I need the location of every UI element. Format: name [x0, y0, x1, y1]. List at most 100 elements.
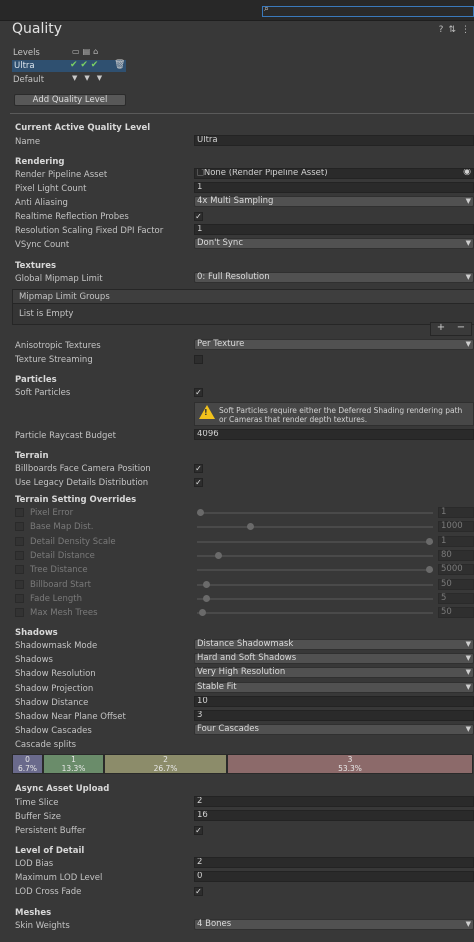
- chevron-down-icon: ▼: [465, 340, 471, 348]
- anisotropic-value: Per Texture: [197, 339, 245, 349]
- lod-cross-fade-checkbox[interactable]: ✓: [194, 887, 203, 896]
- cascade-segment[interactable]: 0 6.7%: [12, 754, 43, 774]
- anti-aliasing-dropdown[interactable]: 4x Multi Sampling ▼: [194, 196, 474, 207]
- override-slider-thumb[interactable]: [199, 609, 206, 616]
- pixel-light-count-field[interactable]: 1: [194, 182, 474, 193]
- override-value-field[interactable]: 1000: [438, 521, 474, 532]
- near-plane-offset-field[interactable]: 3: [194, 710, 474, 721]
- override-checkbox[interactable]: [15, 537, 24, 546]
- legacy-details-checkbox[interactable]: ✓: [194, 478, 203, 487]
- add-quality-level-button[interactable]: Add Quality Level: [14, 94, 126, 106]
- override-value-field[interactable]: 5000: [438, 564, 474, 575]
- override-value-field[interactable]: 50: [438, 579, 474, 590]
- billboards-label: Billboards Face Camera Position: [15, 464, 151, 474]
- render-pipeline-field[interactable]: 🗋None (Render Pipeline Asset) ◉: [194, 168, 474, 179]
- cascade-segment[interactable]: 3 53.3%: [227, 754, 473, 774]
- persistent-buffer-checkbox[interactable]: ✓: [194, 826, 203, 835]
- more-menu-icon[interactable]: ⋮: [461, 25, 470, 35]
- override-slider-thumb[interactable]: [247, 523, 254, 530]
- override-checkbox[interactable]: [15, 594, 24, 603]
- mipmap-limit-groups-list: Mipmap Limit Groups List is Empty: [12, 289, 474, 325]
- buffer-size-field[interactable]: 16: [194, 810, 474, 821]
- chevron-down-icon: ▼: [465, 654, 471, 662]
- override-checkbox[interactable]: [15, 551, 24, 560]
- max-lod-field[interactable]: 0: [194, 871, 474, 882]
- realtime-reflection-checkbox[interactable]: ✓: [194, 212, 203, 221]
- file-icon: 🗋: [197, 168, 204, 178]
- override-slider-track[interactable]: [197, 569, 433, 571]
- raycast-budget-field[interactable]: 4096: [194, 429, 474, 440]
- chevron-down-icon: ▼: [465, 683, 471, 691]
- override-slider-track[interactable]: [197, 526, 433, 528]
- override-slider-track[interactable]: [197, 512, 433, 514]
- override-slider-track[interactable]: [197, 612, 433, 614]
- shadowmask-dropdown[interactable]: Distance Shadowmask ▼: [194, 639, 474, 650]
- shadow-resolution-dropdown[interactable]: Very High Resolution ▼: [194, 667, 474, 678]
- object-picker-icon[interactable]: ◉: [463, 169, 471, 177]
- remove-item-button[interactable]: −: [457, 323, 465, 335]
- skin-weights-dropdown[interactable]: 4 Bones ▼: [194, 919, 474, 930]
- override-checkbox[interactable]: [15, 508, 24, 517]
- name-field[interactable]: Ultra: [194, 135, 474, 146]
- section-shadows: Shadows: [15, 628, 58, 638]
- chevron-down-icon: ▼: [465, 239, 471, 247]
- trash-icon[interactable]: 🗑: [114, 60, 125, 70]
- override-value-field[interactable]: 80: [438, 550, 474, 561]
- shadows-value: Hard and Soft Shadows: [197, 653, 297, 663]
- panel-title: Quality: [12, 21, 63, 37]
- override-slider-track[interactable]: [197, 584, 433, 586]
- override-slider-thumb[interactable]: [203, 595, 210, 602]
- override-slider-thumb[interactable]: [197, 509, 204, 516]
- persistent-buffer-label: Persistent Buffer: [15, 826, 86, 836]
- cascade-segment[interactable]: 2 26.7%: [104, 754, 227, 774]
- override-slider-track[interactable]: [197, 598, 433, 600]
- dpi-factor-field[interactable]: 1: [194, 224, 474, 235]
- shadowmask-label: Shadowmask Mode: [15, 641, 98, 651]
- chevron-down-icon[interactable]: ▼: [84, 74, 89, 82]
- override-checkbox[interactable]: [15, 608, 24, 617]
- global-mipmap-dropdown[interactable]: 0: Full Resolution ▼: [194, 272, 474, 283]
- override-slider-thumb[interactable]: [426, 566, 433, 573]
- soft-particles-checkbox[interactable]: ✓: [194, 388, 203, 397]
- override-value-field[interactable]: 1: [438, 536, 474, 547]
- pixel-light-count-label: Pixel Light Count: [15, 184, 87, 194]
- override-checkbox[interactable]: [15, 522, 24, 531]
- platform-check-icons[interactable]: ✔ ✔ ✔: [70, 60, 98, 70]
- lod-bias-field[interactable]: 2: [194, 857, 474, 868]
- billboards-checkbox[interactable]: ✓: [194, 464, 203, 473]
- anisotropic-dropdown[interactable]: Per Texture ▼: [194, 339, 474, 350]
- mipmap-groups-header[interactable]: Mipmap Limit Groups: [13, 290, 474, 304]
- shadow-projection-dropdown[interactable]: Stable Fit ▼: [194, 682, 474, 693]
- texture-streaming-checkbox[interactable]: [194, 355, 203, 364]
- override-label: Detail Density Scale: [30, 537, 116, 547]
- override-checkbox[interactable]: [15, 565, 24, 574]
- override-value-field[interactable]: 50: [438, 607, 474, 618]
- time-slice-field[interactable]: 2: [194, 796, 474, 807]
- override-slider-track[interactable]: [197, 555, 433, 557]
- add-item-button[interactable]: +: [437, 323, 445, 335]
- settings-sliders-icon[interactable]: ⇅: [448, 25, 456, 35]
- vsync-dropdown[interactable]: Don't Sync ▼: [194, 238, 474, 249]
- shadow-cascades-label: Shadow Cascades: [15, 726, 92, 736]
- chevron-down-icon[interactable]: ▼: [97, 74, 102, 82]
- cascade-segment[interactable]: 1 13.3%: [43, 754, 104, 774]
- lod-cross-fade-label: LOD Cross Fade: [15, 887, 82, 897]
- shadows-dropdown[interactable]: Hard and Soft Shadows ▼: [194, 653, 474, 664]
- shadow-cascades-dropdown[interactable]: Four Cascades ▼: [194, 724, 474, 735]
- shadow-distance-field[interactable]: 10: [194, 696, 474, 707]
- override-slider-thumb[interactable]: [203, 581, 210, 588]
- quality-level-row-ultra[interactable]: Ultra ✔ ✔ ✔ 🗑: [12, 60, 126, 72]
- override-value-field[interactable]: 1: [438, 507, 474, 518]
- anisotropic-label: Anisotropic Textures: [15, 341, 101, 351]
- override-value-field[interactable]: 5: [438, 593, 474, 604]
- chevron-down-icon[interactable]: ▼: [72, 74, 77, 82]
- override-checkbox[interactable]: [15, 580, 24, 589]
- override-slider-thumb[interactable]: [426, 538, 433, 545]
- override-slider-track[interactable]: [197, 541, 433, 543]
- shadow-projection-label: Shadow Projection: [15, 684, 94, 694]
- shadow-resolution-label: Shadow Resolution: [15, 669, 96, 679]
- global-mipmap-label: Global Mipmap Limit: [15, 274, 103, 284]
- help-icon[interactable]: ?: [439, 25, 444, 35]
- search-field[interactable]: ⌕: [262, 4, 474, 17]
- override-slider-thumb[interactable]: [215, 552, 222, 559]
